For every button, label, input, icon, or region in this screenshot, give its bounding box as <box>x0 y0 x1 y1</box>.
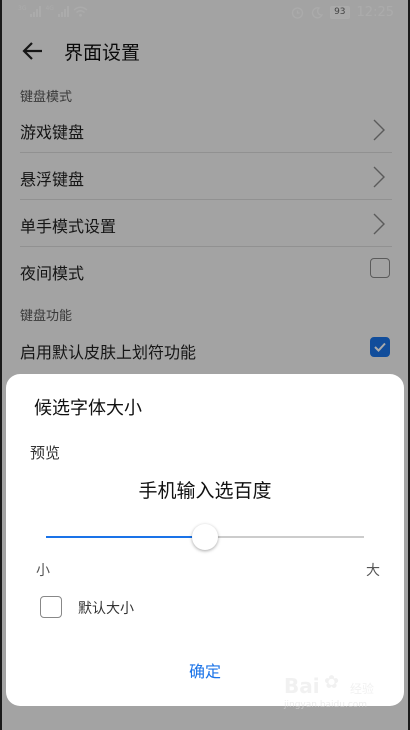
phone-screen: 3G 4G 93 12:25 界面设置 键盘模式 游戏键盘 悬浮键盘 单手模式设… <box>2 0 408 730</box>
dialog-title: 候选字体大小 <box>34 398 142 419</box>
default-size-checkbox[interactable] <box>40 596 62 618</box>
watermark-url: jingyan.baidu.com <box>284 700 368 710</box>
slider-fill <box>46 536 205 538</box>
slider-thumb[interactable] <box>192 524 218 550</box>
preview-sample-text: 手机输入选百度 <box>138 480 272 502</box>
baidu-watermark: Bai ✿ 经验 jingyan.baidu.com <box>280 666 390 712</box>
slider-max-label: 大 <box>366 563 380 579</box>
font-size-slider[interactable] <box>46 524 364 550</box>
slider-min-label: 小 <box>36 563 50 579</box>
font-size-dialog: 候选字体大小 预览 手机输入选百度 小 大 默认大小 确定 <box>6 374 404 706</box>
paw-icon: ✿ <box>324 672 340 693</box>
default-size-label: 默认大小 <box>78 601 134 617</box>
preview-label: 预览 <box>30 444 61 462</box>
watermark-logo-text: Bai <box>284 674 320 698</box>
watermark-sub: 经验 <box>350 682 375 696</box>
